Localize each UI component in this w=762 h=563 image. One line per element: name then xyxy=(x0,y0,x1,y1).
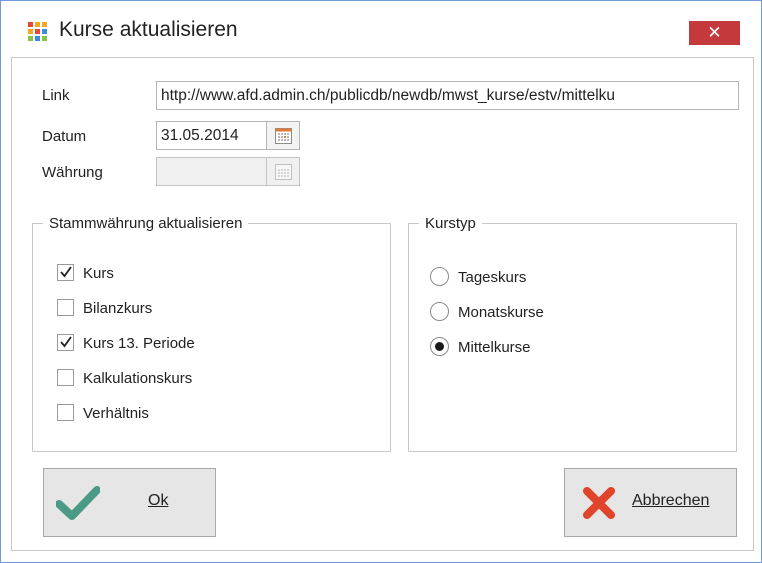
bilanzkurs-checkbox[interactable] xyxy=(57,299,74,316)
kurs13-label: Kurs 13. Periode xyxy=(83,335,195,352)
dialog-content: Link http://www.afd.admin.ch/publicdb/ne… xyxy=(11,57,754,551)
verhaeltnis-checkbox[interactable] xyxy=(57,404,74,421)
tageskurs-radio[interactable] xyxy=(430,267,449,286)
bilanzkurs-label: Bilanzkurs xyxy=(83,300,153,317)
datum-label: Datum xyxy=(42,128,87,145)
check-icon xyxy=(55,486,101,524)
kurstyp-group: Kurstyp xyxy=(408,215,737,452)
tageskurs-label: Tageskurs xyxy=(458,269,527,286)
mittelkurse-radio[interactable] xyxy=(430,337,449,356)
datum-calendar-button[interactable] xyxy=(266,121,300,150)
datum-input[interactable]: 31.05.2014 xyxy=(156,121,267,150)
verhaeltnis-label: Verhältnis xyxy=(83,405,149,422)
grid-app-icon xyxy=(28,22,48,42)
dialog-window: Kurse aktualisieren ✕ Link http://www.af… xyxy=(0,0,762,563)
kurs-label: Kurs xyxy=(83,265,114,282)
waehrung-calendar-button xyxy=(266,157,300,186)
checkmark-icon xyxy=(60,336,72,348)
cancel-label: Abbrechen xyxy=(632,492,710,509)
monatskurse-radio[interactable] xyxy=(430,302,449,321)
stammwaehrung-legend: Stammwährung aktualisieren xyxy=(49,215,243,232)
link-input[interactable]: http://www.afd.admin.ch/publicdb/newdb/m… xyxy=(156,81,739,110)
kurs13-checkbox[interactable] xyxy=(57,334,74,351)
waehrung-input xyxy=(156,157,267,186)
monatskurse-label: Monatskurse xyxy=(458,304,544,321)
cross-icon xyxy=(583,487,615,523)
radio-selected-dot xyxy=(435,342,444,351)
window-title: Kurse aktualisieren xyxy=(59,18,238,41)
ok-label: Ok xyxy=(148,492,169,509)
calendar-icon xyxy=(275,128,292,144)
waehrung-label: Währung xyxy=(42,164,103,181)
kurs-checkbox[interactable] xyxy=(57,264,74,281)
close-button[interactable]: ✕ xyxy=(689,21,740,45)
checkmark-icon xyxy=(60,266,72,278)
kalkulationskurs-label: Kalkulationskurs xyxy=(83,370,193,387)
mittelkurse-label: Mittelkurse xyxy=(458,339,531,356)
kalkulationskurs-checkbox[interactable] xyxy=(57,369,74,386)
close-icon: ✕ xyxy=(707,23,722,42)
ok-button[interactable]: Ok xyxy=(43,468,216,537)
kurstyp-legend: Kurstyp xyxy=(425,215,476,232)
link-label: Link xyxy=(42,87,70,104)
cancel-button[interactable]: Abbrechen xyxy=(564,468,737,537)
title-bar[interactable]: Kurse aktualisieren ✕ xyxy=(1,1,761,57)
calendar-icon xyxy=(275,164,292,180)
